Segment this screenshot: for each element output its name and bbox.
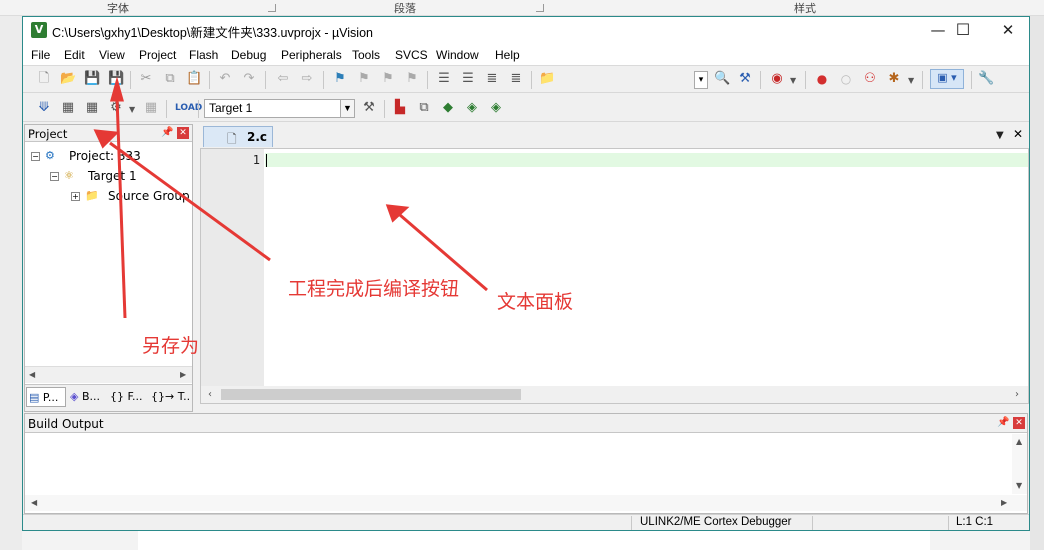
arrow-save-as [115,97,127,319]
annotation-text-panel: 文本面板 [497,291,574,313]
annotation-save-as: 另存为 [142,335,200,357]
annotation-arrows [93,76,488,319]
annotation-build-button: 工程完成后编译按钮 [288,278,460,300]
arrow-head-save-as [110,76,124,102]
arrow-compile [109,141,271,262]
